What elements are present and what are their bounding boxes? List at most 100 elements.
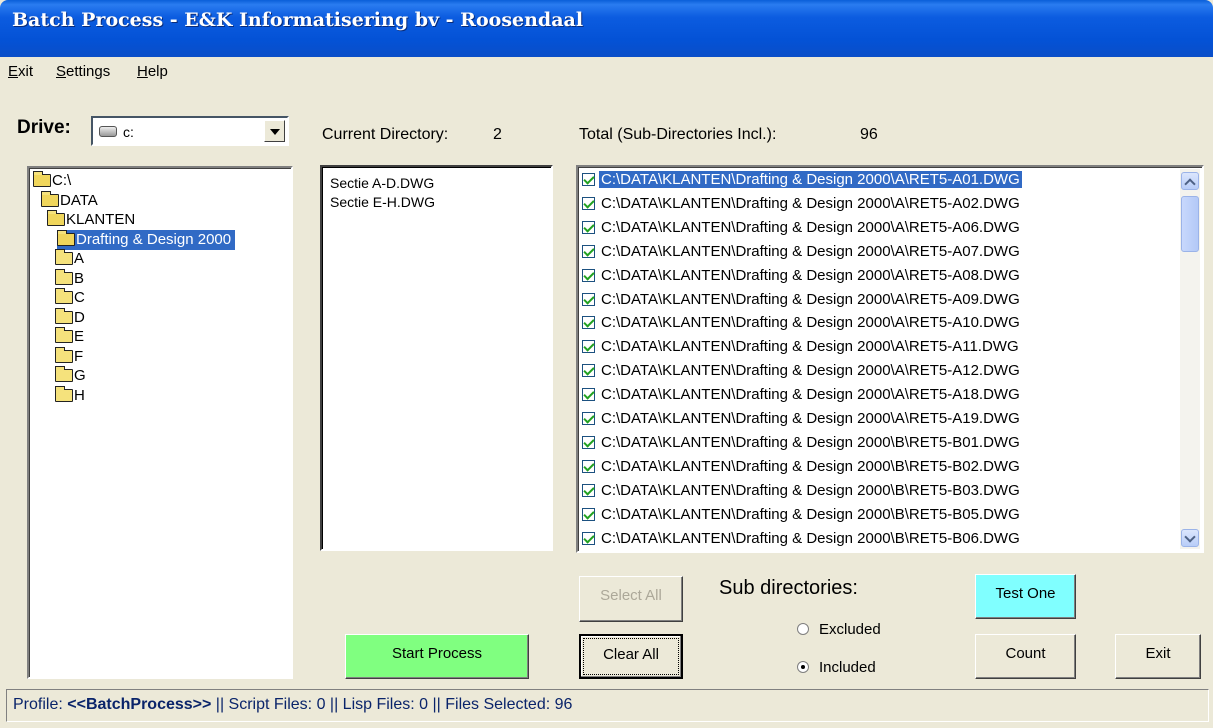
checklist-path: C:\DATA\KLANTEN\Drafting & Design 2000\A… <box>601 386 1020 404</box>
checkbox-checked-icon[interactable] <box>582 173 595 186</box>
checkbox-checked-icon[interactable] <box>582 364 595 378</box>
checkbox-checked-icon[interactable] <box>582 220 595 234</box>
menu-exit[interactable]: Exit <box>8 63 33 80</box>
open-folder-icon <box>57 229 75 246</box>
scroll-up-icon[interactable] <box>1181 172 1199 190</box>
folder-icon <box>55 268 73 285</box>
checklist-row[interactable]: C:\DATA\KLANTEN\Drafting & Design 2000\B… <box>582 528 1022 549</box>
tree-item[interactable]: G <box>55 366 86 386</box>
tree-item[interactable]: B <box>55 268 85 289</box>
menu-exit-label: Exit <box>8 63 34 80</box>
checklist-row[interactable]: C:\DATA\KLANTEN\Drafting & Design 2000\A… <box>582 289 1022 310</box>
checklist-row[interactable]: C:\DATA\KLANTEN\Drafting & Design 2000\B… <box>582 480 1022 501</box>
checklist-row[interactable]: C:\DATA\KLANTEN\Drafting & Design 2000\A… <box>582 384 1022 405</box>
checklist-row[interactable]: C:\DATA\KLANTEN\Drafting & Design 2000\B… <box>582 504 1022 525</box>
radio-excluded[interactable]: Excluded <box>797 621 881 638</box>
checkbox-checked-icon[interactable] <box>582 507 595 521</box>
exit-button[interactable]: Exit <box>1115 634 1201 679</box>
file-checklist[interactable]: C:\DATA\KLANTEN\Drafting & Design 2000\B… <box>576 165 1204 553</box>
tree-item[interactable]: E <box>55 327 84 347</box>
scroll-down-icon[interactable] <box>1181 529 1199 547</box>
radio-excluded-label: Excluded <box>819 621 881 638</box>
checklist-path: C:\DATA\KLANTEN\Drafting & Design 2000\A… <box>601 362 1020 380</box>
tree-item[interactable]: Drafting & Design 2000 <box>57 229 236 250</box>
file-list-item[interactable]: Sectie E-H.DWG <box>330 194 435 210</box>
file-list-item[interactable]: Sectie A-D.DWG <box>330 175 434 191</box>
tree-item[interactable]: C <box>55 288 85 308</box>
checklist-row[interactable]: C:\DATA\KLANTEN\Drafting & Design 2000\B… <box>582 456 1022 477</box>
checkbox-checked-icon[interactable] <box>582 459 595 473</box>
checkbox-checked-icon[interactable] <box>582 244 595 258</box>
tree-item[interactable]: KLANTEN <box>47 210 135 230</box>
vertical-scrollbar[interactable] <box>1180 169 1200 549</box>
drive-select[interactable]: c: <box>91 116 289 146</box>
checklist-path: C:\DATA\KLANTEN\Drafting & Design 2000\A… <box>601 266 1020 284</box>
checkbox-checked-icon[interactable] <box>582 435 595 449</box>
checklist-row[interactable]: C:\DATA\KLANTEN\Drafting & Design 2000\A… <box>582 408 1022 429</box>
checklist-path: C:\DATA\KLANTEN\Drafting & Design 2000\A… <box>601 314 1020 332</box>
radio-included[interactable]: Included <box>797 659 876 676</box>
current-directory-label: Current Directory: <box>322 126 449 143</box>
clear-all-button[interactable]: Clear All <box>579 634 683 679</box>
checklist-row[interactable]: C:\DATA\KLANTEN\Drafting & Design 2000\A… <box>582 169 1022 190</box>
menu-settings[interactable]: Settings <box>56 63 110 80</box>
checklist-path: C:\DATA\KLANTEN\Drafting & Design 2000\A… <box>601 290 1020 308</box>
radio-included-indicator[interactable] <box>797 661 809 673</box>
tree-item[interactable]: C:\ <box>33 171 71 191</box>
checklist-row[interactable]: C:\DATA\KLANTEN\Drafting & Design 2000\A… <box>582 336 1021 357</box>
checklist-row[interactable]: C:\DATA\KLANTEN\Drafting & Design 2000\A… <box>582 360 1022 381</box>
tree-item-label: C:\ <box>52 172 72 189</box>
tree-item[interactable]: A <box>55 249 84 269</box>
menu-help[interactable]: Help <box>137 63 168 80</box>
radio-excluded-indicator[interactable] <box>797 623 809 635</box>
checkbox-checked-icon[interactable] <box>582 268 595 282</box>
start-process-label: Start Process <box>391 645 483 662</box>
checklist-row[interactable]: C:\DATA\KLANTEN\Drafting & Design 2000\A… <box>582 265 1022 286</box>
hard-drive-icon <box>99 126 117 137</box>
checkbox-checked-icon[interactable] <box>582 483 595 497</box>
start-process-button[interactable]: Start Process <box>345 634 529 679</box>
menu-help-label: Help <box>137 63 168 80</box>
folder-icon <box>55 346 73 363</box>
tree-item-label: B <box>74 269 85 287</box>
checkbox-checked-icon[interactable] <box>582 412 595 425</box>
tree-item-label: D <box>74 308 85 326</box>
select-all-button[interactable]: Select All <box>579 576 683 622</box>
current-directory-count: 2 <box>493 126 502 143</box>
tree-item[interactable]: F <box>55 346 83 367</box>
status-bar: Profile: <<BatchProcess>> || Script File… <box>6 689 1209 722</box>
tree-item[interactable]: H <box>55 385 85 406</box>
directory-tree[interactable]: C:\ DATA KLANTEN Drafting & Design 2000 A B C D… <box>27 166 293 679</box>
exit-label: Exit <box>1145 645 1171 662</box>
tree-item-label: C <box>74 289 85 306</box>
total-label: Total (Sub-Directories Incl.): <box>579 126 777 143</box>
checkbox-checked-icon[interactable] <box>582 196 595 210</box>
sub-directories-label: Sub directories: <box>719 577 858 599</box>
open-folder-icon <box>47 210 65 226</box>
checkbox-checked-icon[interactable] <box>582 531 595 545</box>
tree-item[interactable]: DATA <box>41 190 98 211</box>
batch-process-window: Batch Process - E&K Informatisering bv -… <box>0 0 1213 728</box>
checkbox-checked-icon[interactable] <box>582 340 595 354</box>
checkbox-checked-icon[interactable] <box>582 316 595 330</box>
checklist-row[interactable]: C:\DATA\KLANTEN\Drafting & Design 2000\A… <box>582 312 1022 333</box>
checklist-row[interactable]: C:\DATA\KLANTEN\Drafting & Design 2000\A… <box>582 217 1022 238</box>
test-one-label: Test One <box>995 585 1056 602</box>
checklist-path: C:\DATA\KLANTEN\Drafting & Design 2000\A… <box>601 194 1020 212</box>
title-bar[interactable]: Batch Process - E&K Informatisering bv -… <box>0 0 1213 57</box>
checkbox-checked-icon[interactable] <box>582 388 595 402</box>
tree-item[interactable]: D <box>55 307 85 328</box>
total-count: 96 <box>860 126 878 143</box>
count-button[interactable]: Count <box>975 634 1076 679</box>
dropdown-arrow-icon[interactable] <box>264 120 285 142</box>
test-one-button[interactable]: Test One <box>975 574 1076 619</box>
checkbox-checked-icon[interactable] <box>582 292 595 306</box>
scroll-thumb[interactable] <box>1181 196 1199 252</box>
tree-item-label: A <box>74 250 85 267</box>
checklist-row[interactable]: C:\DATA\KLANTEN\Drafting & Design 2000\A… <box>582 241 1022 262</box>
checklist-row[interactable]: C:\DATA\KLANTEN\Drafting & Design 2000\B… <box>582 432 1022 453</box>
open-folder-icon <box>33 171 51 187</box>
checklist-row[interactable]: C:\DATA\KLANTEN\Drafting & Design 2000\A… <box>582 193 1022 214</box>
folder-icon <box>55 307 73 324</box>
current-directory-file-list[interactable]: Sectie A-D.DWG Sectie E-H.DWG <box>320 165 553 551</box>
